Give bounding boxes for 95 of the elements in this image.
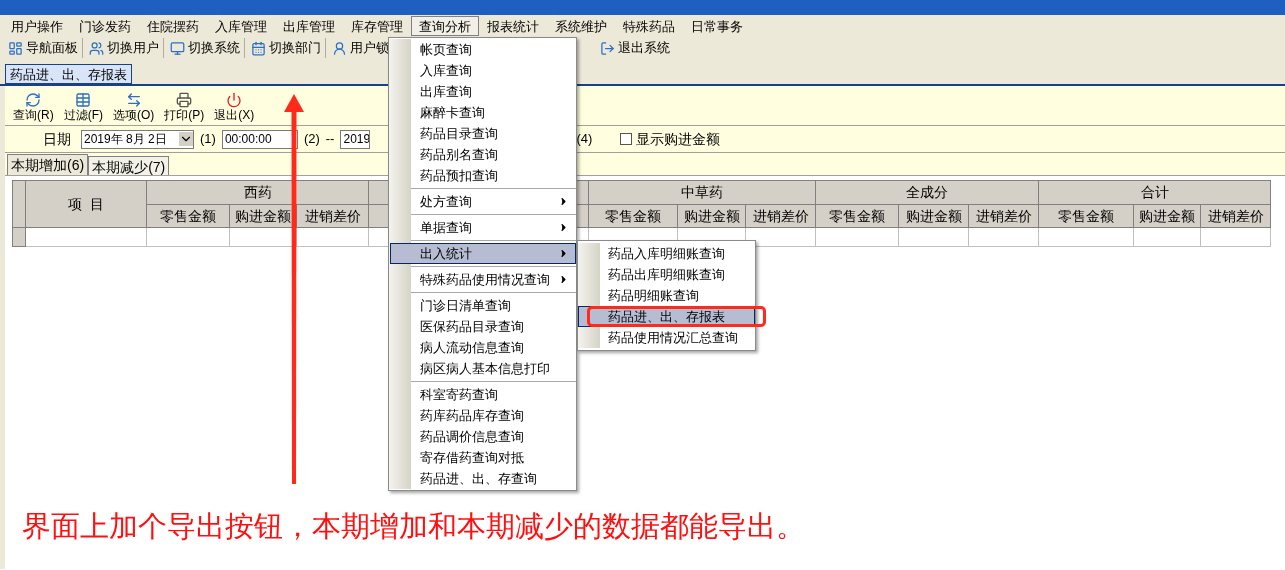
toolbar-button[interactable]: 导航面板 bbox=[8, 38, 83, 58]
menu-item[interactable]: 药品明细账查询 bbox=[578, 285, 755, 306]
report-toolbar-button[interactable]: 选项(O) bbox=[113, 92, 155, 123]
report-toolbar-button[interactable]: 查询(R) bbox=[13, 92, 54, 123]
submenu-arrow-icon bbox=[558, 222, 569, 233]
column-group-header: 中草药 bbox=[589, 181, 816, 205]
date-picker[interactable]: 2019年 8月 2日 bbox=[81, 129, 194, 149]
checkbox[interactable] bbox=[620, 133, 633, 145]
toolbar-button[interactable]: 切换系统 bbox=[170, 38, 245, 58]
menu-bar-item[interactable]: 住院摆药 bbox=[139, 16, 207, 36]
report-toolbar-button[interactable]: 过滤(F) bbox=[63, 92, 103, 123]
power-icon bbox=[226, 92, 243, 108]
menu-item[interactable]: 科室寄药查询 bbox=[390, 384, 576, 405]
sub-tab[interactable]: 本期减少(7) bbox=[88, 156, 170, 175]
menu-item[interactable]: 入库查询 bbox=[390, 60, 576, 81]
calendar-icon bbox=[251, 40, 266, 56]
menu-bar-item[interactable]: 门诊发药 bbox=[71, 16, 139, 36]
submenu-arrow-icon bbox=[558, 248, 569, 259]
menu-item[interactable]: 药品出库明细账查询 bbox=[578, 264, 755, 285]
menu-item[interactable]: 医保药品目录查询 bbox=[390, 316, 576, 337]
menu-bar-item[interactable]: 出库管理 bbox=[275, 16, 343, 36]
menu-item[interactable]: 药品别名查询 bbox=[390, 144, 576, 165]
monitor-icon bbox=[170, 40, 185, 56]
menu-item[interactable]: 寄存借药查询对抵 bbox=[390, 447, 576, 468]
column-header: 购进金额 bbox=[230, 205, 297, 228]
menu-item[interactable]: 病人流动信息查询 bbox=[390, 337, 576, 358]
menu-item[interactable]: 出入统计 bbox=[390, 243, 576, 264]
menu-item[interactable]: 药品目录查询 bbox=[390, 123, 576, 144]
menu-bar-item[interactable]: 用户操作 bbox=[3, 16, 71, 36]
dropdown-icon bbox=[179, 132, 193, 146]
menu-bar-item[interactable]: 日常事务 bbox=[683, 16, 751, 36]
column-header: 零售金额 bbox=[1039, 205, 1134, 228]
menu-bar-item[interactable]: 入库管理 bbox=[207, 16, 275, 36]
range-separator: -- bbox=[325, 130, 335, 149]
column-header: 零售金额 bbox=[147, 205, 230, 228]
date-label: 日期 bbox=[43, 129, 71, 149]
column-header: 购进金额 bbox=[899, 205, 969, 228]
menu-bar-item[interactable]: 系统维护 bbox=[547, 16, 615, 36]
shortcut-label: (2) bbox=[303, 130, 320, 149]
exit-icon bbox=[600, 40, 615, 56]
column-header: 进销差价 bbox=[297, 205, 369, 228]
submenu-arrow-icon bbox=[558, 196, 569, 207]
menu-item[interactable]: 药品进、出、存查询 bbox=[390, 468, 576, 489]
dashboard-icon bbox=[8, 40, 23, 56]
column-group-header: 西药 bbox=[147, 181, 369, 205]
menu-item[interactable]: 病区病人基本信息打印 bbox=[390, 358, 576, 379]
column-header: 零售金额 bbox=[816, 205, 899, 228]
toolbar-button[interactable]: 切换用户 bbox=[89, 38, 164, 58]
submenu-arrow-icon bbox=[558, 274, 569, 285]
document-tab[interactable]: 药品进、出、存报表 bbox=[5, 64, 132, 84]
refresh-icon bbox=[25, 92, 42, 108]
shortcut-label: (1) bbox=[200, 130, 216, 149]
column-header: 购进金额 bbox=[678, 205, 746, 228]
arrows-icon bbox=[125, 92, 142, 108]
menu-item[interactable]: 药品使用情况汇总查询 bbox=[578, 327, 755, 348]
purchase-amount-checkbox[interactable]: 显示购进金额 bbox=[620, 128, 721, 150]
column-header: 进销差价 bbox=[746, 205, 816, 228]
column-header: 购进金额 bbox=[1134, 205, 1201, 228]
time-field[interactable]: 00:00:00 bbox=[221, 129, 298, 149]
toolbar-button[interactable]: 切换部门 bbox=[251, 38, 326, 58]
column-header: 零售金额 bbox=[589, 205, 678, 228]
user-icon bbox=[332, 40, 347, 56]
sub-tab[interactable]: 本期增加(6) bbox=[7, 154, 89, 175]
column-group-header: 合计 bbox=[1039, 181, 1271, 205]
printer-icon bbox=[176, 92, 193, 108]
shortcut-label: (4) bbox=[576, 130, 593, 149]
menu-item[interactable]: 药库药品库存查询 bbox=[390, 405, 576, 426]
menu-item[interactable]: 特殊药品使用情况查询 bbox=[390, 269, 576, 290]
table-cell bbox=[969, 228, 1039, 247]
menu-item[interactable]: 门诊日清单查询 bbox=[390, 295, 576, 316]
column-header: 项 目 bbox=[26, 181, 147, 228]
table-cell bbox=[1201, 228, 1271, 247]
toolbar-button[interactable]: 退出系统 bbox=[600, 38, 670, 58]
menu-item[interactable]: 出库查询 bbox=[390, 81, 576, 102]
menu-item[interactable]: 麻醉卡查询 bbox=[390, 102, 576, 123]
annotation-text: 界面上加个导出按钮，本期增加和本期减少的数据都能导出。 bbox=[22, 509, 805, 544]
date-picker[interactable]: 2019 bbox=[340, 129, 371, 149]
users-icon bbox=[89, 40, 104, 56]
menu-item[interactable]: 处方查询 bbox=[390, 191, 576, 212]
menu-item[interactable]: 单据查询 bbox=[390, 217, 576, 238]
menu-item[interactable]: 药品入库明细账查询 bbox=[578, 243, 755, 264]
column-group-header: 全成分 bbox=[816, 181, 1039, 205]
column-header: 进销差价 bbox=[969, 205, 1039, 228]
report-toolbar-button[interactable]: 打印(P) bbox=[164, 92, 205, 123]
table-cell bbox=[899, 228, 969, 247]
menu-bar-item[interactable]: 特殊药品 bbox=[615, 16, 683, 36]
column-header: 进销差价 bbox=[1201, 205, 1271, 228]
report-toolbar-button[interactable]: 退出(X) bbox=[214, 92, 255, 123]
menu-bar-item[interactable]: 库存管理 bbox=[343, 16, 411, 36]
table-icon bbox=[75, 92, 92, 108]
menu-bar-item[interactable]: 报表统计 bbox=[479, 16, 547, 36]
menu-bar-item[interactable]: 查询分析 bbox=[411, 16, 479, 36]
menu-item[interactable]: 药品预扣查询 bbox=[390, 165, 576, 186]
menu-item[interactable]: 药品调价信息查询 bbox=[390, 426, 576, 447]
table-cell bbox=[1134, 228, 1201, 247]
